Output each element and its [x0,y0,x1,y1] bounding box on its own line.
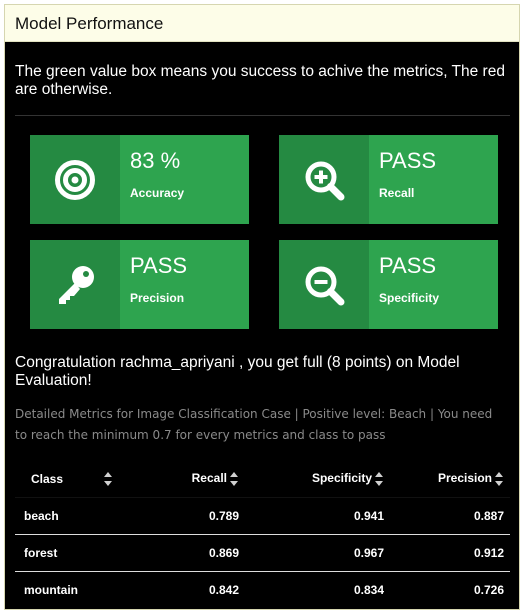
metrics-table: Class Recall Specificity Precision beach… [15,461,510,608]
table-row: mountain 0.842 0.834 0.726 [15,570,510,608]
sort-icon [495,472,504,487]
panel-title: Model Performance [5,5,519,42]
cell-precision: 0.912 [390,533,510,571]
value-box-text: PASS Specificity [369,240,439,329]
table-row: beach 0.789 0.941 0.887 [15,496,510,534]
precision-label: Precision [130,291,185,305]
search-plus-icon [305,161,345,200]
column-header-specificity[interactable]: Specificity [245,461,390,498]
cell-recall: 0.789 [125,496,245,534]
cell-precision: 0.887 [390,496,510,534]
cell-specificity: 0.941 [245,496,390,534]
panel-body: The green value box means you success to… [5,63,519,608]
accuracy-value: 83 % [130,148,181,173]
value-box-text: PASS Precision [120,240,187,329]
cell-specificity: 0.834 [245,570,390,608]
column-header-recall[interactable]: Recall [125,461,245,498]
accuracy-value-box: 83 % Accuracy [30,135,249,224]
recall-value-box: PASS Recall [279,135,498,224]
value-box-text: 83 % Accuracy [120,135,184,224]
sort-icon [230,472,239,487]
specificity-value-box: PASS Specificity [279,240,498,329]
column-header-precision[interactable]: Precision [390,461,510,498]
cell-class: mountain [15,570,125,608]
specificity-label: Specificity [379,291,440,305]
cell-class: forest [15,533,125,571]
model-performance-panel: Model Performance The green value box me… [4,4,520,610]
cell-recall: 0.842 [125,570,245,608]
recall-label: Recall [379,186,415,200]
sort-icon [104,472,113,486]
cell-specificity: 0.967 [245,533,390,571]
column-header-class[interactable]: Class [15,461,125,498]
value-box-icon-area [30,135,120,224]
accuracy-label: Accuracy [130,186,185,200]
bullseye-icon [55,159,95,200]
congratulation-message: Congratulation rachma_apriyani , you get… [15,354,460,389]
precision-value-box: PASS Precision [30,240,249,329]
value-box-icon-area [30,240,120,329]
intro-text: The green value box means you success to… [15,63,505,98]
value-box-icon-area [279,240,369,329]
precision-value: PASS [130,253,188,278]
value-box-icon-area [279,135,369,224]
cell-recall: 0.869 [125,533,245,571]
key-icon [59,265,94,304]
value-box-text: PASS Recall [369,135,436,224]
value-boxes: 83 % Accuracy PASS Recall PASS Precision… [15,135,509,345]
recall-value: PASS [379,148,437,173]
divider [15,115,510,116]
search-minus-icon [305,266,345,305]
table-row: forest 0.869 0.967 0.912 [15,533,510,571]
specificity-value: PASS [379,253,437,278]
detailed-metrics-note: Detailed Metrics for Image Classificatio… [15,407,493,442]
cell-class: beach [15,496,125,534]
table-header-row: Class Recall Specificity Precision [15,461,510,498]
cell-precision: 0.726 [390,570,510,608]
sort-icon [375,472,384,487]
